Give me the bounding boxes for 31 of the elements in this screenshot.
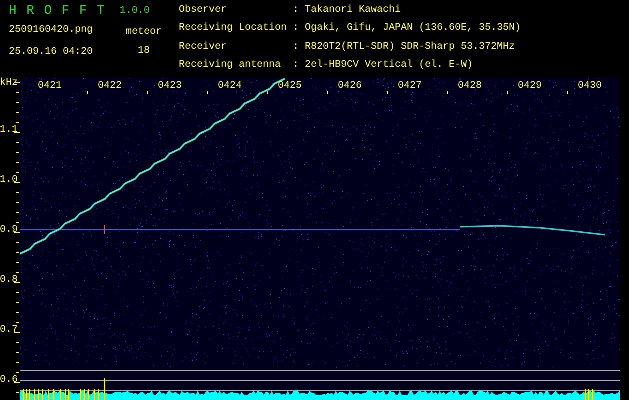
meteor-label: meteor xyxy=(126,27,162,38)
y-axis-label: 0.8 xyxy=(0,274,18,286)
info-label: Receiving Location xyxy=(179,23,288,36)
time-label: 0425 xyxy=(278,81,302,92)
y-axis-label: 0.6 xyxy=(0,374,18,386)
info-value: : R820T2(RTL-SDR) SDR-Sharp 53.372MHz xyxy=(293,42,516,54)
time-label: 0421 xyxy=(38,81,62,92)
date-time: 25.09.16 04:20 xyxy=(9,47,94,58)
y-axis-label: 1.1 xyxy=(0,124,18,136)
app-version: 1.0.0 xyxy=(120,6,150,18)
time-label: 0426 xyxy=(338,81,362,92)
info-label: Observer xyxy=(179,5,228,18)
time-label: 0422 xyxy=(98,81,122,92)
app-title: H R O F F T xyxy=(9,3,106,18)
time-label: 0430 xyxy=(578,81,602,92)
time-label: 0428 xyxy=(458,81,482,92)
time-label: 0423 xyxy=(158,81,182,92)
info-label: Receiving antenna xyxy=(179,60,282,73)
info-value: : Ogaki, Gifu, JAPAN (136.60E, 35.35N) xyxy=(293,23,522,36)
time-label: 0429 xyxy=(518,81,542,92)
y-axis-label: 0.9 xyxy=(0,224,18,236)
y-axis-label: 0.7 xyxy=(0,324,18,336)
unit-label: kHz xyxy=(0,78,20,90)
info-label: Receiver xyxy=(179,42,228,54)
meteor-count: 18 xyxy=(138,46,150,57)
y-axis-label: 1.0 xyxy=(0,174,18,186)
time-label: 0424 xyxy=(218,81,242,92)
info-value: : Takanori Kawachi xyxy=(293,5,402,18)
file-name: 2509160420.png xyxy=(9,25,94,36)
time-label: 0427 xyxy=(398,81,422,92)
info-value: : 2el-HB9CV Vertical (el. E-W) xyxy=(293,60,474,73)
